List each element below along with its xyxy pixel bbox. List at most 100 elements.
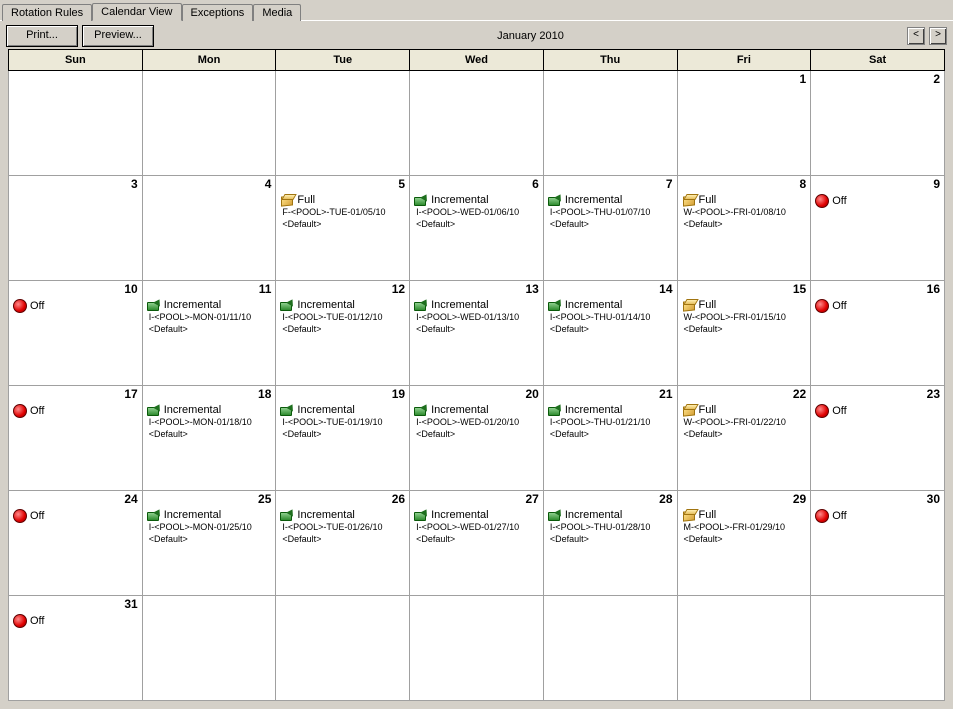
event-detail: I-<POOL>-MON-01/11/10 (147, 311, 274, 323)
calendar-cell[interactable]: 2 (811, 71, 945, 176)
tab-media[interactable]: Media (253, 4, 301, 21)
calendar-event[interactable]: Off (811, 507, 944, 525)
calendar-cell[interactable]: 29FullM-<POOL>-FRI-01/29/10<Default> (677, 491, 811, 596)
calendar-cell[interactable]: 1 (677, 71, 811, 176)
calendar-event[interactable]: FullW-<POOL>-FRI-01/08/10<Default> (678, 192, 811, 232)
calendar-cell[interactable] (410, 71, 544, 176)
calendar-cell[interactable] (142, 71, 276, 176)
calendar-cell[interactable]: 3 (9, 176, 143, 281)
event-title: Full (699, 194, 717, 206)
calendar-cell[interactable] (811, 596, 945, 701)
incremental-backup-icon (548, 404, 562, 416)
calendar-cell[interactable] (276, 71, 410, 176)
calendar-event[interactable]: IncrementalI-<POOL>-WED-01/13/10<Default… (410, 297, 543, 337)
calendar-cell[interactable]: 10Off (9, 281, 143, 386)
calendar-cell[interactable]: 27IncrementalI-<POOL>-WED-01/27/10<Defau… (410, 491, 544, 596)
calendar-cell[interactable]: 24Off (9, 491, 143, 596)
calendar-cell[interactable] (543, 596, 677, 701)
calendar-event[interactable]: Off (9, 612, 142, 630)
calendar-event[interactable]: IncrementalI-<POOL>-TUE-01/12/10<Default… (276, 297, 409, 337)
day-number: 26 (392, 492, 405, 506)
calendar-event[interactable]: IncrementalI-<POOL>-WED-01/27/10<Default… (410, 507, 543, 547)
print-button[interactable]: Print... (6, 25, 78, 47)
tab-calendar-view[interactable]: Calendar View (92, 3, 181, 21)
event-title: Off (30, 405, 44, 417)
calendar-event[interactable]: IncrementalI-<POOL>-THU-01/21/10<Default… (544, 402, 677, 442)
full-backup-icon (682, 404, 696, 416)
full-backup-icon (682, 299, 696, 311)
calendar-event[interactable]: IncrementalI-<POOL>-WED-01/20/10<Default… (410, 402, 543, 442)
calendar-event[interactable]: IncrementalI-<POOL>-MON-01/25/10<Default… (143, 507, 276, 547)
calendar-cell[interactable]: 26IncrementalI-<POOL>-TUE-01/26/10<Defau… (276, 491, 410, 596)
calendar-cell[interactable]: 16Off (811, 281, 945, 386)
calendar-cell[interactable]: 23Off (811, 386, 945, 491)
calendar-cell[interactable] (410, 596, 544, 701)
calendar-cell[interactable]: 15FullW-<POOL>-FRI-01/15/10<Default> (677, 281, 811, 386)
calendar-event[interactable]: IncrementalI-<POOL>-THU-01/07/10<Default… (544, 192, 677, 232)
event-detail: I-<POOL>-THU-01/14/10 (548, 311, 675, 323)
calendar-cell[interactable]: 14IncrementalI-<POOL>-THU-01/14/10<Defau… (543, 281, 677, 386)
event-default-label: <Default> (147, 323, 274, 335)
calendar-cell[interactable]: 12IncrementalI-<POOL>-TUE-01/12/10<Defau… (276, 281, 410, 386)
calendar-event[interactable]: FullM-<POOL>-FRI-01/29/10<Default> (678, 507, 811, 547)
calendar-event[interactable]: FullW-<POOL>-FRI-01/22/10<Default> (678, 402, 811, 442)
calendar-cell[interactable]: 20IncrementalI-<POOL>-WED-01/20/10<Defau… (410, 386, 544, 491)
calendar-event[interactable]: IncrementalI-<POOL>-TUE-01/26/10<Default… (276, 507, 409, 547)
calendar-event[interactable]: FullW-<POOL>-FRI-01/15/10<Default> (678, 297, 811, 337)
day-number: 5 (398, 177, 405, 191)
day-number: 17 (124, 387, 137, 401)
calendar-event[interactable]: IncrementalI-<POOL>-WED-01/06/10<Default… (410, 192, 543, 232)
calendar-event[interactable]: Off (811, 192, 944, 210)
calendar-cell[interactable]: 7IncrementalI-<POOL>-THU-01/07/10<Defaul… (543, 176, 677, 281)
calendar-event[interactable]: Off (811, 297, 944, 315)
next-month-button[interactable]: > (929, 27, 947, 45)
event-default-label: <Default> (147, 533, 274, 545)
tab-rotation-rules[interactable]: Rotation Rules (2, 4, 92, 21)
event-detail: I-<POOL>-TUE-01/26/10 (280, 521, 407, 533)
calendar-cell[interactable]: 31Off (9, 596, 143, 701)
calendar-event[interactable]: Off (9, 297, 142, 315)
preview-button[interactable]: Preview... (82, 25, 154, 47)
calendar-cell[interactable] (9, 71, 143, 176)
calendar-event[interactable]: IncrementalI-<POOL>-THU-01/28/10<Default… (544, 507, 677, 547)
calendar-cell[interactable] (142, 596, 276, 701)
calendar-cell[interactable]: 21IncrementalI-<POOL>-THU-01/21/10<Defau… (543, 386, 677, 491)
full-backup-icon (682, 509, 696, 521)
day-number: 30 (927, 492, 940, 506)
day-number: 29 (793, 492, 806, 506)
event-detail: I-<POOL>-WED-01/20/10 (414, 416, 541, 428)
calendar-cell[interactable]: 28IncrementalI-<POOL>-THU-01/28/10<Defau… (543, 491, 677, 596)
calendar-cell[interactable]: 4 (142, 176, 276, 281)
calendar-cell[interactable] (276, 596, 410, 701)
calendar-cell[interactable]: 13IncrementalI-<POOL>-WED-01/13/10<Defau… (410, 281, 544, 386)
incremental-backup-icon (280, 404, 294, 416)
calendar-event[interactable]: IncrementalI-<POOL>-MON-01/11/10<Default… (143, 297, 276, 337)
day-number: 19 (392, 387, 405, 401)
calendar-cell[interactable]: 30Off (811, 491, 945, 596)
prev-month-button[interactable]: < (907, 27, 925, 45)
calendar-cell[interactable]: 22FullW-<POOL>-FRI-01/22/10<Default> (677, 386, 811, 491)
calendar-cell[interactable]: 11IncrementalI-<POOL>-MON-01/11/10<Defau… (142, 281, 276, 386)
calendar-cell[interactable]: 19IncrementalI-<POOL>-TUE-01/19/10<Defau… (276, 386, 410, 491)
calendar-cell[interactable]: 6IncrementalI-<POOL>-WED-01/06/10<Defaul… (410, 176, 544, 281)
calendar-event[interactable]: IncrementalI-<POOL>-MON-01/18/10<Default… (143, 402, 276, 442)
calendar-event[interactable]: IncrementalI-<POOL>-THU-01/14/10<Default… (544, 297, 677, 337)
event-detail: I-<POOL>-TUE-01/19/10 (280, 416, 407, 428)
calendar-cell[interactable] (677, 596, 811, 701)
event-default-label: <Default> (280, 323, 407, 335)
calendar-cell[interactable]: 8FullW-<POOL>-FRI-01/08/10<Default> (677, 176, 811, 281)
calendar-cell[interactable] (543, 71, 677, 176)
calendar-event[interactable]: FullF-<POOL>-TUE-01/05/10<Default> (276, 192, 409, 232)
calendar-cell[interactable]: 25IncrementalI-<POOL>-MON-01/25/10<Defau… (142, 491, 276, 596)
event-title: Off (30, 510, 44, 522)
calendar-cell[interactable]: 9Off (811, 176, 945, 281)
calendar-event[interactable]: Off (9, 402, 142, 420)
calendar-cell[interactable]: 17 Off (9, 386, 143, 491)
calendar-event[interactable]: IncrementalI-<POOL>-TUE-01/19/10<Default… (276, 402, 409, 442)
calendar-cell[interactable]: 5FullF-<POOL>-TUE-01/05/10<Default> (276, 176, 410, 281)
tab-exceptions[interactable]: Exceptions (182, 4, 254, 21)
calendar-event[interactable]: Off (811, 402, 944, 420)
calendar-event[interactable]: Off (9, 507, 142, 525)
incremental-backup-icon (280, 509, 294, 521)
calendar-cell[interactable]: 18IncrementalI-<POOL>-MON-01/18/10<Defau… (142, 386, 276, 491)
